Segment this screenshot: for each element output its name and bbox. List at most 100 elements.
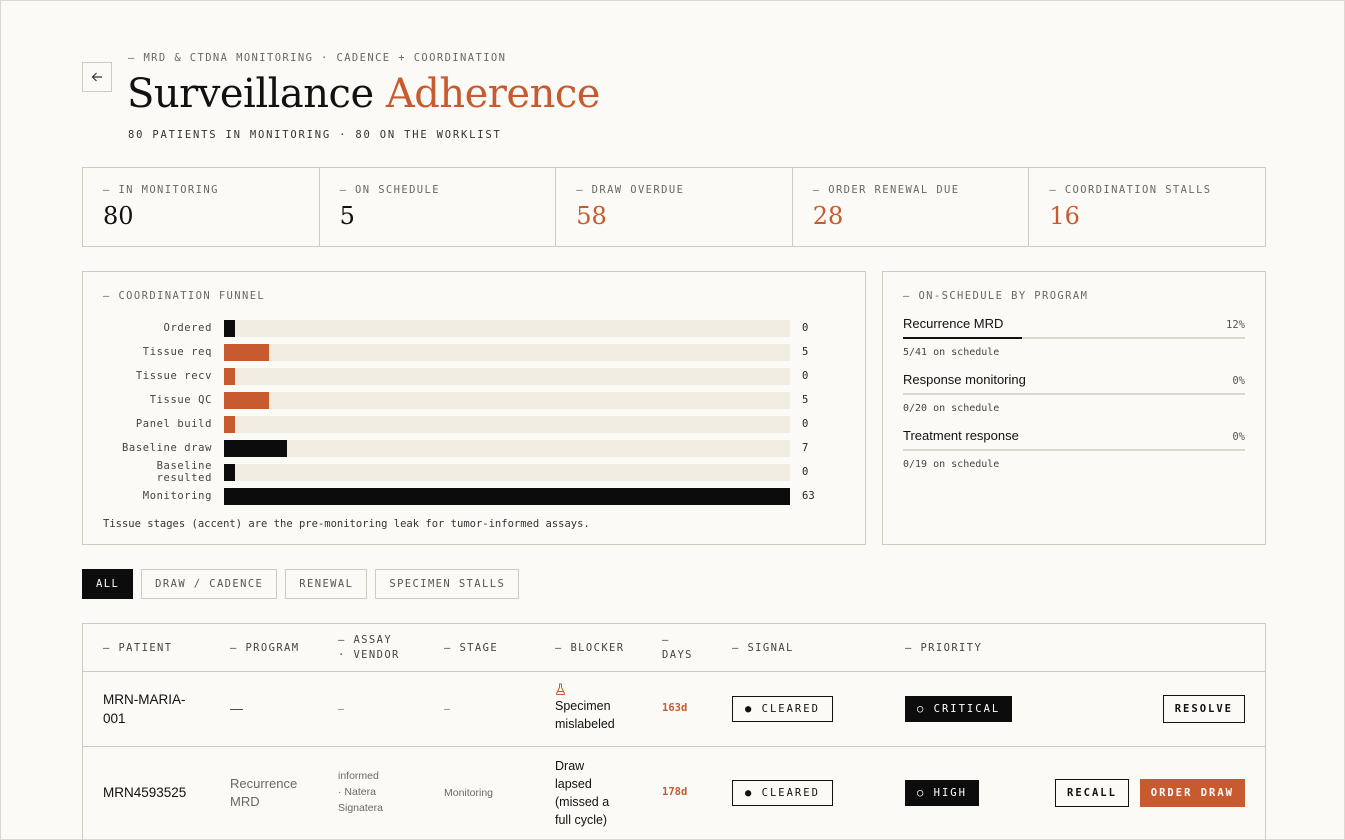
stat-label: — COORDINATION STALLS (1049, 184, 1212, 196)
filter-tabs: ALL DRAW / CADENCE RENEWAL SPECIMEN STAL… (82, 569, 520, 599)
stat-label: — IN MONITORING (103, 184, 219, 196)
panel-label: — COORDINATION FUNNEL (103, 290, 266, 302)
program-head: Recurrence MRD 12% (903, 316, 1245, 331)
funnel-track (224, 319, 790, 337)
table-row[interactable]: MRN-MARIA- 001 — – – Specimen mislabeled… (83, 672, 1265, 747)
funnel-row-tissue-recv: Tissue recv 0 (103, 364, 845, 388)
funnel-count: 0 (802, 370, 809, 382)
funnel-bar (224, 487, 790, 505)
blocker-cell: Draw lapsed (missed a full cycle) (555, 757, 609, 829)
program-head: Treatment response 0% (903, 428, 1245, 443)
stat-value: 58 (576, 202, 607, 230)
back-button[interactable] (82, 62, 112, 92)
funnel-track (224, 367, 790, 385)
signal-badge: ● CLEARED (732, 780, 833, 806)
assay-line: · Natera (338, 786, 376, 798)
program-pct: 0% (1232, 375, 1245, 387)
funnel-count: 0 (802, 322, 809, 334)
funnel-count: 7 (802, 442, 809, 454)
funnel-bar (224, 319, 235, 337)
blocker-line: mislabeled (555, 717, 615, 731)
assay-line: informed (338, 770, 379, 782)
funnel-row-ordered: Ordered 0 (103, 316, 845, 340)
funnel-bar (224, 391, 269, 409)
patient-id-line: MRN-MARIA- (103, 692, 186, 707)
program-bar (903, 337, 1245, 339)
funnel-count: 0 (802, 418, 809, 430)
coordination-funnel-panel: — COORDINATION FUNNEL Ordered 0 Tissue r… (82, 271, 866, 545)
blocker-cell: Specimen mislabeled (555, 683, 615, 733)
funnel-count: 5 (802, 394, 809, 406)
panel-label: — ON-SCHEDULE BY PROGRAM (903, 290, 1089, 302)
program-line: Recurrence (230, 776, 298, 791)
worklist-table: — PATIENT — PROGRAM — ASSAY · VENDOR — S… (82, 623, 1266, 840)
patient-id-line: 001 (103, 711, 126, 726)
patient-id: MRN4593525 (103, 785, 187, 800)
assay-cell: – (338, 703, 344, 715)
blocker-line: Draw (555, 759, 585, 773)
stage-cell: – (444, 703, 450, 715)
funnel-rows: Ordered 0 Tissue req 5 Tissue recv 0 Tis… (103, 316, 845, 508)
col-vendor-line: · VENDOR (338, 649, 400, 661)
funnel-bar (224, 367, 235, 385)
page-title: Surveillance Adherence (127, 71, 600, 117)
funnel-track (224, 415, 790, 433)
recall-button[interactable]: RECALL (1055, 779, 1129, 807)
table-header: — PATIENT — PROGRAM — ASSAY · VENDOR — S… (83, 624, 1265, 672)
table-row[interactable]: MRN4593525 Recurrence MRD informed · Nat… (83, 747, 1265, 840)
stat-draw-overdue: — DRAW OVERDUE 58 (556, 168, 793, 246)
program-recurrence-mrd: Recurrence MRD 12% 5/41 on schedule (903, 316, 1245, 358)
resolve-button[interactable]: RESOLVE (1162, 695, 1245, 723)
filter-renewal[interactable]: RENEWAL (285, 569, 368, 599)
funnel-bar (224, 439, 287, 457)
funnel-track (224, 343, 790, 361)
stat-value: 16 (1049, 202, 1080, 230)
program-cell: — (230, 701, 243, 716)
program-pct: 0% (1232, 431, 1245, 443)
stat-on-schedule: — ON SCHEDULE 5 (320, 168, 557, 246)
priority-badge: ○ CRITICAL (905, 696, 1013, 722)
title-main: Surveillance (127, 71, 374, 117)
filter-all[interactable]: ALL (82, 569, 134, 599)
funnel-row-baseline-resulted: Baseline resulted 0 (103, 460, 845, 484)
program-name: Recurrence MRD (903, 316, 1004, 331)
col-priority: — PRIORITY (905, 642, 983, 654)
col-stage: — STAGE (444, 642, 499, 654)
stat-value: 28 (812, 202, 844, 230)
funnel-row-panel-build: Panel build 0 (103, 412, 845, 436)
funnel-stage-label: Tissue recv (135, 370, 212, 382)
page-eyebrow: — MRD & CTDNA MONITORING · CADENCE + COO… (128, 52, 507, 64)
funnel-bar (224, 463, 235, 481)
signal-badge: ● CLEARED (732, 696, 833, 722)
funnel-stage-label: Monitoring (142, 490, 212, 502)
funnel-row-baseline-draw: Baseline draw 7 (103, 436, 845, 460)
program-head: Response monitoring 0% (903, 372, 1245, 387)
funnel-stage-label: Tissue req (142, 346, 212, 358)
order-draw-button[interactable]: ORDER DRAW (1139, 779, 1245, 807)
program-bar-fill (903, 337, 1023, 339)
program-bar (903, 449, 1245, 451)
stat-label: — DRAW OVERDUE (576, 184, 685, 196)
assay-line: Signatera (338, 802, 383, 814)
filter-specimen-stalls[interactable]: SPECIMEN STALLS (375, 569, 520, 599)
stat-value: 5 (339, 202, 355, 230)
col-assay-line: — ASSAY (338, 634, 393, 646)
program-cell: Recurrence MRD (230, 775, 297, 811)
on-schedule-by-program-panel: — ON-SCHEDULE BY PROGRAM Recurrence MRD … (882, 271, 1266, 545)
blocker-line: (missed a (555, 795, 610, 809)
patient-id: MRN-MARIA- 001 (103, 690, 186, 728)
funnel-stage-label: Panel build (135, 418, 212, 430)
col-signal: — SIGNAL (732, 642, 794, 654)
filter-draw-cadence[interactable]: DRAW / CADENCE (141, 569, 278, 599)
program-response-monitoring: Response monitoring 0% 0/20 on schedule (903, 372, 1245, 414)
col-blocker: — BLOCKER (555, 642, 625, 654)
program-sub: 0/20 on schedule (903, 403, 1000, 414)
program-sub: 5/41 on schedule (903, 347, 1000, 358)
funnel-stage-label: Baseline resulted (156, 460, 212, 484)
funnel-bar (224, 415, 235, 433)
blocker-line: lapsed (555, 777, 592, 791)
days-cell: 178d (662, 786, 688, 798)
assay-cell: informed · Natera Signatera (338, 768, 383, 816)
stage-cell: Monitoring (444, 787, 494, 799)
program-bar (903, 393, 1245, 395)
